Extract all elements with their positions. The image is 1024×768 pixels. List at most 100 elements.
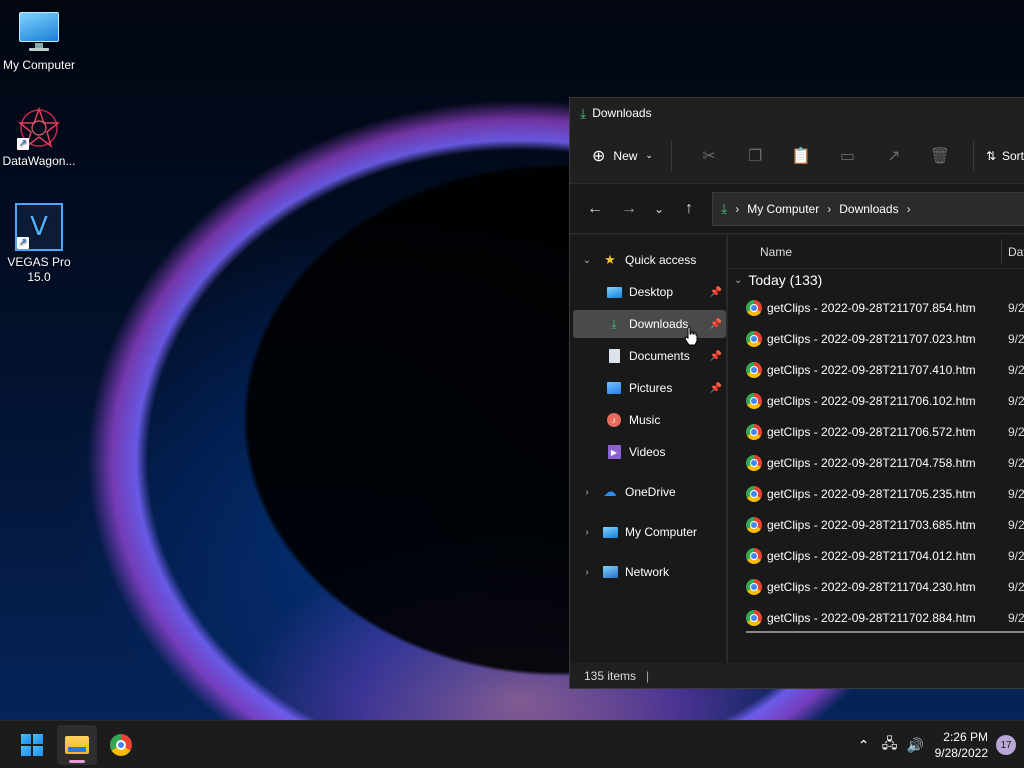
- pin-icon: 📌: [709, 382, 722, 394]
- file-row[interactable]: getClips - 2022-09-28T211707.023.htm 9/2: [746, 323, 1024, 354]
- pin-icon: 📌: [709, 286, 722, 298]
- nav-item-pictures[interactable]: Pictures 📌: [573, 374, 726, 402]
- nav-item-videos[interactable]: ▶ Videos: [573, 438, 726, 466]
- music-icon: ♪: [605, 412, 623, 428]
- up-arrow-icon[interactable]: ↑: [674, 194, 704, 224]
- file-row[interactable]: getClips - 2022-09-28T211706.102.htm 9/2: [746, 385, 1024, 416]
- nav-quick-access[interactable]: ⌄ ★ Quick access: [573, 246, 726, 274]
- file-row[interactable]: getClips - 2022-09-28T211707.410.htm 9/2: [746, 354, 1024, 385]
- cut-icon[interactable]: ✂: [686, 141, 732, 171]
- toolbar-divider: [670, 140, 672, 171]
- nav-item-onedrive[interactable]: › ☁ OneDrive: [573, 478, 726, 506]
- address-bar[interactable]: ⤓ › My Computer › Downloads ›: [712, 191, 1024, 226]
- system-tray: ⌃ 🖧 🔊 2:26 PM 9/28/2022 17: [851, 721, 1024, 768]
- window-title: Downloads: [592, 106, 652, 120]
- file-row[interactable]: getClips - 2022-09-28T211706.572.htm 9/2: [746, 416, 1024, 447]
- sort-button[interactable]: ⇅ Sort: [986, 149, 1024, 163]
- rename-icon[interactable]: ▭: [824, 141, 870, 171]
- share-icon[interactable]: ↗: [871, 141, 917, 171]
- pin-icon: 📌: [709, 318, 722, 330]
- clock[interactable]: 2:26 PM 9/28/2022: [935, 729, 988, 761]
- documents-icon: [605, 348, 623, 364]
- file-row[interactable]: getClips - 2022-09-28T211707.854.htm 9/2: [746, 292, 1024, 323]
- back-arrow-icon[interactable]: ←: [580, 194, 610, 224]
- breadcrumb-my-computer[interactable]: My Computer: [747, 202, 819, 216]
- nav-item-documents[interactable]: Documents 📌: [573, 342, 726, 370]
- file-row[interactable]: getClips - 2022-09-28T211704.230.htm 9/2: [746, 571, 1024, 602]
- file-date: 9/2: [1008, 424, 1024, 439]
- clock-date: 9/28/2022: [934, 746, 988, 760]
- nav-item-desktop[interactable]: Desktop 📌: [573, 278, 726, 306]
- new-label: New: [613, 148, 638, 163]
- chrome-icon: [746, 609, 762, 626]
- file-name: getClips - 2022-09-28T211707.410.htm: [767, 362, 976, 377]
- delete-icon[interactable]: 🗑: [917, 141, 963, 171]
- horizontal-scrollbar[interactable]: [746, 631, 1024, 633]
- star-icon: ★: [604, 252, 616, 267]
- forward-arrow-icon[interactable]: →: [614, 194, 644, 224]
- column-header-name[interactable]: Name: [760, 245, 792, 259]
- taskbar-file-explorer[interactable]: [57, 725, 97, 765]
- new-button[interactable]: ⊕ New ⌄: [588, 140, 657, 172]
- chrome-icon: [746, 423, 762, 440]
- notification-badge[interactable]: 17: [996, 735, 1016, 755]
- nav-label: Music: [629, 413, 661, 427]
- file-row[interactable]: getClips - 2022-09-28T211704.758.htm 9/2: [746, 447, 1024, 478]
- file-name: getClips - 2022-09-28T211703.685.htm: [767, 517, 976, 532]
- chevron-down-icon[interactable]: ⌄: [734, 275, 742, 286]
- group-header-today[interactable]: ⌄ Today (133): [734, 269, 822, 291]
- chevron-right-icon[interactable]: ›: [579, 487, 595, 498]
- chrome-icon: [746, 516, 762, 533]
- nav-item-my-computer[interactable]: › My Computer: [573, 518, 726, 546]
- nav-label: Quick access: [625, 253, 697, 267]
- paste-icon[interactable]: 📋: [778, 141, 824, 171]
- file-row[interactable]: getClips - 2022-09-28T211703.685.htm 9/2: [746, 509, 1024, 540]
- taskbar-chrome[interactable]: [101, 725, 141, 765]
- chrome-icon: [746, 361, 762, 378]
- title-bar[interactable]: ⤓ Downloads: [570, 98, 1024, 128]
- recent-locations-chevron-icon[interactable]: ⌄: [644, 194, 674, 224]
- file-name: getClips - 2022-09-28T211707.854.htm: [767, 300, 976, 315]
- volume-icon[interactable]: 🔊: [903, 732, 929, 758]
- chevron-right-icon[interactable]: ›: [579, 527, 595, 538]
- nav-label: Desktop: [629, 285, 674, 299]
- desktop-icon-label: DataWagon...: [2, 154, 76, 168]
- nav-item-music[interactable]: ♪ Music: [573, 406, 726, 434]
- nav-label: Downloads: [629, 317, 689, 331]
- file-date: 9/2: [1008, 486, 1024, 501]
- file-row[interactable]: getClips - 2022-09-28T211705.235.htm 9/2: [746, 478, 1024, 509]
- nav-item-network[interactable]: › Network: [573, 558, 726, 586]
- chrome-icon: [746, 392, 762, 409]
- file-name: getClips - 2022-09-28T211707.023.htm: [767, 331, 976, 346]
- nav-item-downloads[interactable]: ⤓ Downloads 📌: [573, 310, 726, 338]
- plus-circle-icon: ⊕: [592, 147, 606, 165]
- nav-label: Videos: [629, 445, 666, 459]
- item-count: 135 items: [584, 669, 637, 683]
- hand-cursor-icon: [684, 326, 698, 346]
- file-row[interactable]: getClips - 2022-09-28T211704.012.htm 9/2: [746, 540, 1024, 571]
- file-name: getClips - 2022-09-28T211706.102.htm: [767, 393, 976, 408]
- file-row[interactable]: getClips - 2022-09-28T211702.884.htm 9/2: [746, 602, 1024, 633]
- desktop-icon-vegas-pro[interactable]: V ↗ VEGAS Pro 15.0: [1, 203, 77, 285]
- breadcrumb-chevron-icon[interactable]: ›: [907, 202, 911, 216]
- column-header-date[interactable]: Dat: [1008, 245, 1024, 259]
- desktop-icon-my-computer[interactable]: My Computer: [1, 10, 77, 72]
- chrome-icon: [110, 734, 132, 756]
- breadcrumb-chevron-icon[interactable]: ›: [735, 202, 739, 216]
- desktop-icon-datawagon[interactable]: ↗ DataWagon...: [1, 106, 77, 168]
- column-divider[interactable]: [1001, 239, 1002, 263]
- copy-icon[interactable]: ❐: [732, 141, 778, 171]
- column-header-row: Name Dat: [728, 235, 1024, 269]
- folder-icon: [65, 736, 89, 754]
- breadcrumb-chevron-icon[interactable]: ›: [827, 202, 831, 216]
- file-name: getClips - 2022-09-28T211705.235.htm: [767, 486, 976, 501]
- clock-time: 2:26 PM: [943, 730, 988, 744]
- network-icon[interactable]: 🖧: [877, 732, 903, 758]
- start-button[interactable]: [12, 725, 52, 765]
- chevron-down-icon[interactable]: ⌄: [579, 255, 595, 266]
- chevron-down-icon: ⌄: [645, 150, 653, 160]
- breadcrumb-downloads[interactable]: Downloads: [839, 202, 898, 216]
- chevron-right-icon[interactable]: ›: [579, 567, 595, 578]
- file-name: getClips - 2022-09-28T211704.012.htm: [767, 548, 976, 563]
- chevron-up-icon[interactable]: ⌃: [851, 732, 877, 758]
